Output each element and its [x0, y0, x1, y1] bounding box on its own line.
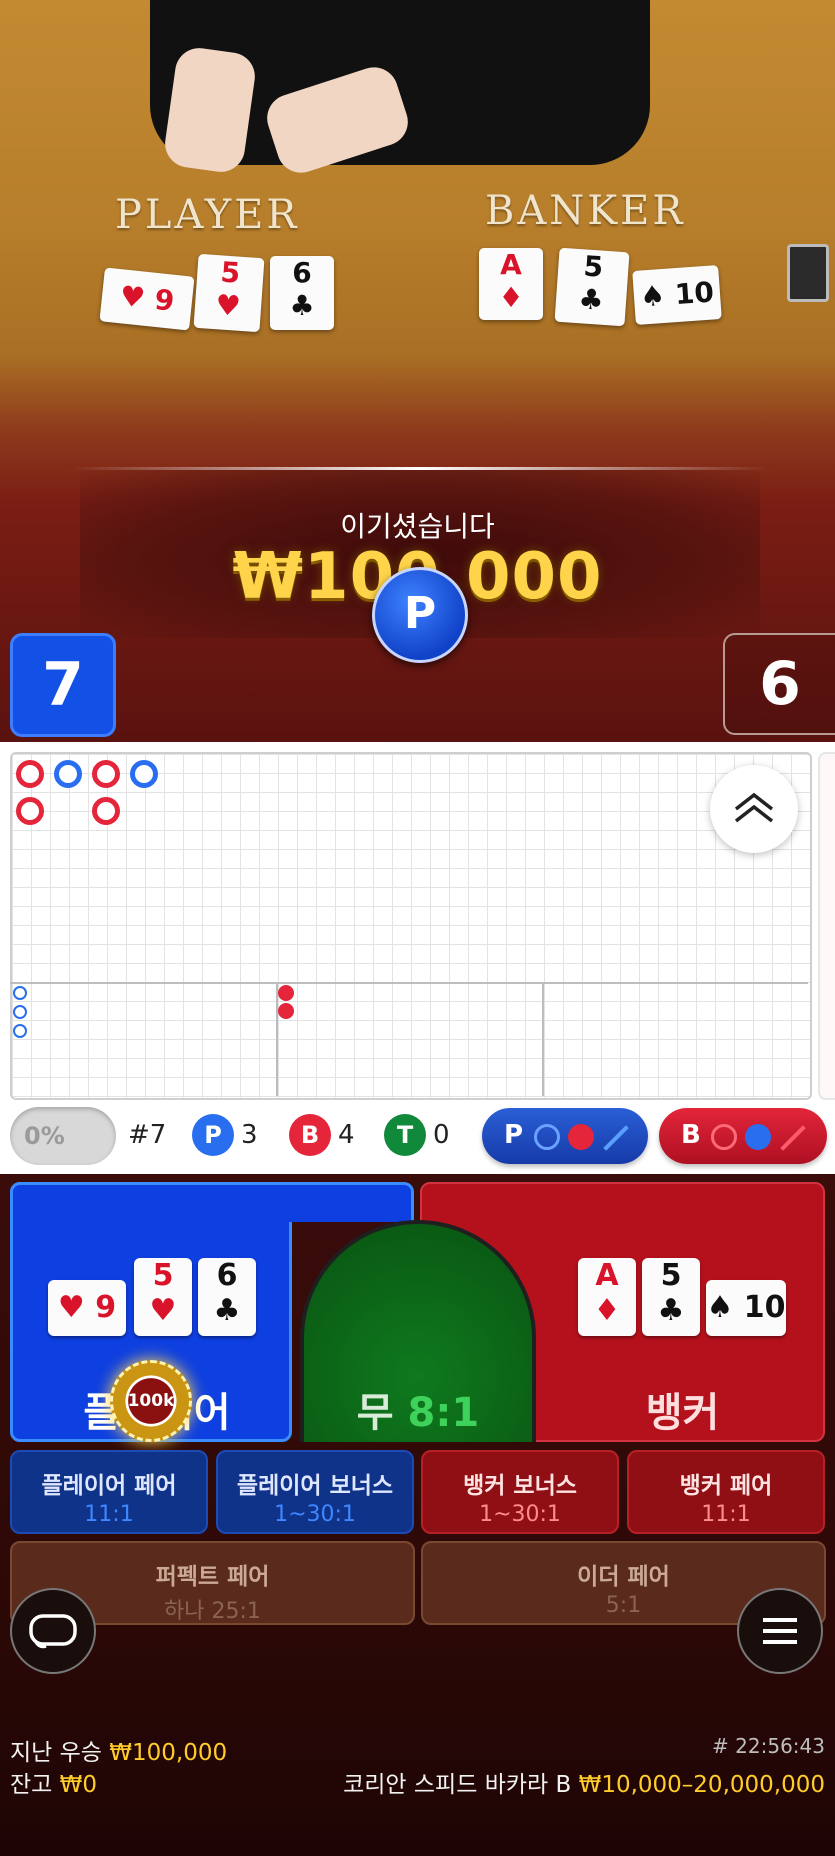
- tie-label: 무: [356, 1390, 394, 1436]
- player-wins-count: 3: [241, 1120, 258, 1150]
- double-chevron-up-icon: [734, 792, 774, 823]
- banker-bet-label: 뱅커: [645, 1390, 720, 1436]
- small-road-banker: [278, 1003, 294, 1019]
- side-bet-name: 뱅커 보너스: [463, 1473, 577, 1499]
- prediction-slash-icon: [780, 1125, 806, 1151]
- banker-wins-badge: B: [289, 1114, 331, 1156]
- table-banker-label: BANKER: [485, 188, 686, 234]
- side-bet-name: 이더 페어: [577, 1564, 670, 1590]
- banner-top-line: [70, 467, 770, 470]
- banker-score: 6: [723, 633, 835, 735]
- percent-toggle[interactable]: 0%: [10, 1107, 116, 1165]
- road-banker-ring: [16, 760, 44, 788]
- dealer-left-hand: [162, 45, 258, 175]
- prediction-slash-icon: [603, 1125, 629, 1151]
- win-message: 이기셨습니다: [340, 510, 495, 543]
- menu-button[interactable]: [737, 1588, 823, 1674]
- player-card-3: 6 ♣: [198, 1258, 256, 1336]
- prediction-p-letter: P: [504, 1120, 524, 1150]
- derived-road-divider: [542, 982, 544, 1096]
- secondary-road-peek[interactable]: [818, 752, 835, 1100]
- table-player-card-3: 6 ♣: [270, 256, 334, 330]
- banker-pair-bet[interactable]: 뱅커 페어 11:1: [627, 1450, 825, 1534]
- chat-button[interactable]: [10, 1588, 96, 1674]
- banker-card-1: A ♦: [578, 1258, 636, 1336]
- side-bet-name: 퍼펙트 페어: [155, 1564, 270, 1590]
- bet-limits: ₩10,000–20,000,000: [578, 1772, 825, 1798]
- road-banker-ring: [92, 797, 120, 825]
- balance-label: 잔고: [10, 1772, 53, 1798]
- small-road-player: [13, 986, 27, 1000]
- last-win-row: 지난 우승 ₩100,000: [10, 1733, 227, 1767]
- side-bet-odds: 1~30:1: [479, 1502, 561, 1527]
- hamburger-menu-icon: [763, 1618, 797, 1644]
- last-win-label: 지난 우승: [10, 1740, 102, 1766]
- player-bonus-bet[interactable]: 플레이어 보너스 1~30:1: [216, 1450, 414, 1534]
- big-road-grid[interactable]: [10, 752, 812, 1100]
- small-road-player: [13, 1005, 27, 1019]
- road-player-ring: [130, 760, 158, 788]
- derived-road-divider: [276, 982, 278, 1096]
- table-banker-card-2: 5 ♣: [554, 247, 630, 327]
- table-banker-card-3: ♠ 10: [632, 265, 722, 325]
- balance-row: 잔고 ₩0: [10, 1765, 97, 1799]
- player-bet-spot-top[interactable]: [10, 1182, 414, 1222]
- balance-value: ₩0: [59, 1772, 98, 1798]
- table-banker-card-1: A ♦: [479, 248, 543, 320]
- player-prediction-button[interactable]: P: [482, 1108, 648, 1164]
- banker-prediction-button[interactable]: B: [659, 1108, 827, 1164]
- table-player-label: PLAYER: [115, 192, 300, 238]
- small-road-player: [13, 1024, 27, 1038]
- game-info: 코리안 스피드 바카라 B ₩10,000–20,000,000: [343, 1765, 825, 1799]
- player-score: 7: [10, 633, 116, 737]
- side-bet-odds: 1~30:1: [274, 1502, 356, 1527]
- roadmap-divider: [10, 982, 808, 984]
- roadmap-expand-button[interactable]: [710, 765, 798, 853]
- round-id-time: # 22:56:43: [712, 1734, 825, 1758]
- banker-card-2: 5 ♣: [642, 1258, 700, 1336]
- prediction-dot-icon: [745, 1124, 771, 1150]
- placed-chip[interactable]: 100k: [110, 1360, 192, 1442]
- side-bet-name: 뱅커 페어: [679, 1473, 773, 1499]
- round-number: #7: [128, 1120, 167, 1150]
- card-shoe: [787, 244, 829, 302]
- prediction-ring-icon: [534, 1124, 560, 1150]
- banker-wins-count: 4: [338, 1120, 355, 1150]
- side-bet-name: 플레이어 페어: [41, 1473, 177, 1499]
- prediction-ring-icon: [711, 1124, 737, 1150]
- winner-player-badge: P: [372, 567, 468, 663]
- tie-count: 0: [433, 1120, 450, 1150]
- player-card-2: 5 ♥: [134, 1258, 192, 1336]
- road-banker-ring: [92, 760, 120, 788]
- player-pair-bet[interactable]: 플레이어 페어 11:1: [10, 1450, 208, 1534]
- tie-badge: T: [384, 1114, 426, 1156]
- small-road-banker: [278, 985, 294, 1001]
- banker-bonus-bet[interactable]: 뱅커 보너스 1~30:1: [421, 1450, 619, 1534]
- side-bet-name: 플레이어 보너스: [236, 1473, 394, 1499]
- tie-bet-label: 무 8:1: [300, 1380, 536, 1438]
- player-card-1: ♥ 9: [48, 1280, 126, 1336]
- prediction-dot-icon: [568, 1124, 594, 1150]
- road-banker-ring: [16, 797, 44, 825]
- banker-card-3: ♠ 10: [706, 1280, 786, 1336]
- last-win-value: ₩100,000: [109, 1740, 228, 1766]
- game-name: 코리안 스피드 바카라 B: [343, 1772, 572, 1798]
- chat-bubble-icon: [29, 1614, 77, 1649]
- road-player-ring: [54, 760, 82, 788]
- side-bet-odds: 11:1: [84, 1502, 134, 1527]
- prediction-b-letter: B: [681, 1120, 701, 1150]
- player-wins-badge: P: [192, 1114, 234, 1156]
- table-player-card-1: ♥ 9: [99, 267, 195, 331]
- tie-odds: 8:1: [407, 1390, 480, 1436]
- table-player-card-2: 5 ♥: [193, 253, 265, 333]
- side-bet-odds: 11:1: [701, 1502, 751, 1527]
